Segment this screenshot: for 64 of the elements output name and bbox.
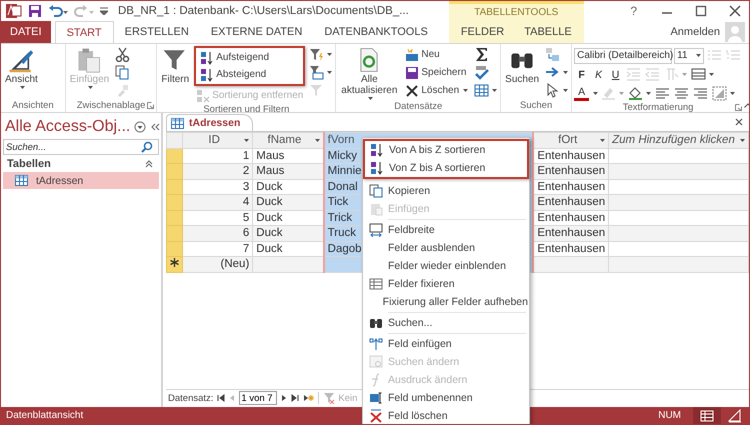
ribbon-button[interactable]: Suchen xyxy=(503,46,542,86)
underline-button[interactable]: U xyxy=(608,66,624,82)
num-lock-indicator: NUM xyxy=(658,410,681,421)
ribbon-button[interactable]: Speichern xyxy=(403,64,470,81)
table-cell: (Neu) xyxy=(182,256,253,272)
group-label: Textformatierung xyxy=(622,102,694,112)
table-cell: 2 xyxy=(182,164,253,179)
table-cell: Entenhausen xyxy=(533,164,609,179)
table-cell: 6 xyxy=(182,226,253,241)
search-field[interactable]: Suchen... xyxy=(3,139,159,155)
menu-item[interactable]: Fixierung aller Felder aufheben xyxy=(364,293,528,311)
table-cell: 4 xyxy=(182,194,253,210)
ribbon-tab[interactable]: DATENBANKTOOLS xyxy=(313,21,439,43)
menu-item[interactable]: Felder wieder einblenden xyxy=(364,257,528,275)
ribbon-tab[interactable]: FELDER xyxy=(450,21,514,43)
menu-item[interactable]: Feld löschen xyxy=(364,407,528,424)
italic-button[interactable]: K xyxy=(591,66,606,82)
table-cell: Maus xyxy=(252,164,324,179)
table-cell: Entenhausen xyxy=(533,226,609,241)
column-header[interactable]: ID xyxy=(182,132,253,148)
ribbon-button[interactable]: Aufsteigend xyxy=(198,49,302,66)
column-header[interactable]: Zum Hinzufügen klicken xyxy=(608,132,748,148)
help-button[interactable]: ? xyxy=(620,4,647,18)
table-cell: Duck xyxy=(252,226,324,241)
menu-item[interactable]: Feld einfügen xyxy=(364,335,528,353)
ribbon-button[interactable]: Löschen xyxy=(403,82,470,99)
table-cell: Entenhausen xyxy=(533,194,609,210)
group-label: Suchen xyxy=(520,100,552,111)
contextual-tab-label: TABELLENTOOLS xyxy=(448,1,584,21)
ribbon-tab[interactable]: EXTERNE DATEN xyxy=(200,21,314,43)
section-header[interactable]: Tabellen xyxy=(7,158,51,170)
pane-title: Alle Access-Obj... xyxy=(5,118,130,136)
ribbon-button[interactable]: Absteigend xyxy=(198,66,302,83)
ribbon-button[interactable]: Filtern xyxy=(159,46,192,86)
group-label: Datensätze xyxy=(394,101,442,112)
ribbon-tab[interactable]: START xyxy=(54,21,114,43)
ribbon-button[interactable]: Neu xyxy=(403,46,470,63)
sign-in-link[interactable]: Anmelden xyxy=(665,21,725,43)
ribbon-button[interactable]: Ansicht xyxy=(3,46,40,90)
menu-item[interactable]: Felder ausblenden xyxy=(364,239,528,257)
document-tab[interactable]: tAdressen xyxy=(166,114,254,131)
menu-item[interactable]: Suchen... xyxy=(364,314,528,332)
font-size-field[interactable]: 11 xyxy=(674,48,704,64)
group-label: Ansichten xyxy=(12,100,54,111)
search-input[interactable]: Suchen... xyxy=(6,140,141,154)
nav-item[interactable]: tAdressen xyxy=(3,172,159,189)
font-name-field[interactable]: Calibri (Detailbereich) xyxy=(574,48,672,64)
record-position-field[interactable]: 1 von 7 xyxy=(239,391,278,405)
group-label: Sortieren und Filtern xyxy=(203,104,290,112)
menu-item[interactable]: Feld umbenennen xyxy=(364,389,528,407)
window-title: DB_NR_1 : Datenbank- C:\Users\Lars\Documents\DB_... xyxy=(118,5,409,17)
record-label: Datensatz: xyxy=(168,392,214,404)
group-label: Zwischenablage xyxy=(76,100,146,111)
status-text: Datenblattansicht xyxy=(6,410,84,421)
column-header[interactable]: fOrt xyxy=(533,132,609,148)
ribbon-tab[interactable]: TABELLE xyxy=(514,21,582,43)
table-cell: Duck xyxy=(252,194,324,210)
menu-item[interactable]: Felder fixieren xyxy=(364,275,528,293)
bold-button[interactable]: F xyxy=(574,66,590,82)
ribbon-button[interactable]: Alle aktualisieren xyxy=(338,46,400,101)
ribbon-tab[interactable]: ERSTELLEN xyxy=(114,21,200,43)
font-color-button[interactable]: A xyxy=(574,86,590,101)
ribbon-tab[interactable]: DATEI xyxy=(1,21,51,43)
column-header[interactable]: fName xyxy=(252,132,324,148)
